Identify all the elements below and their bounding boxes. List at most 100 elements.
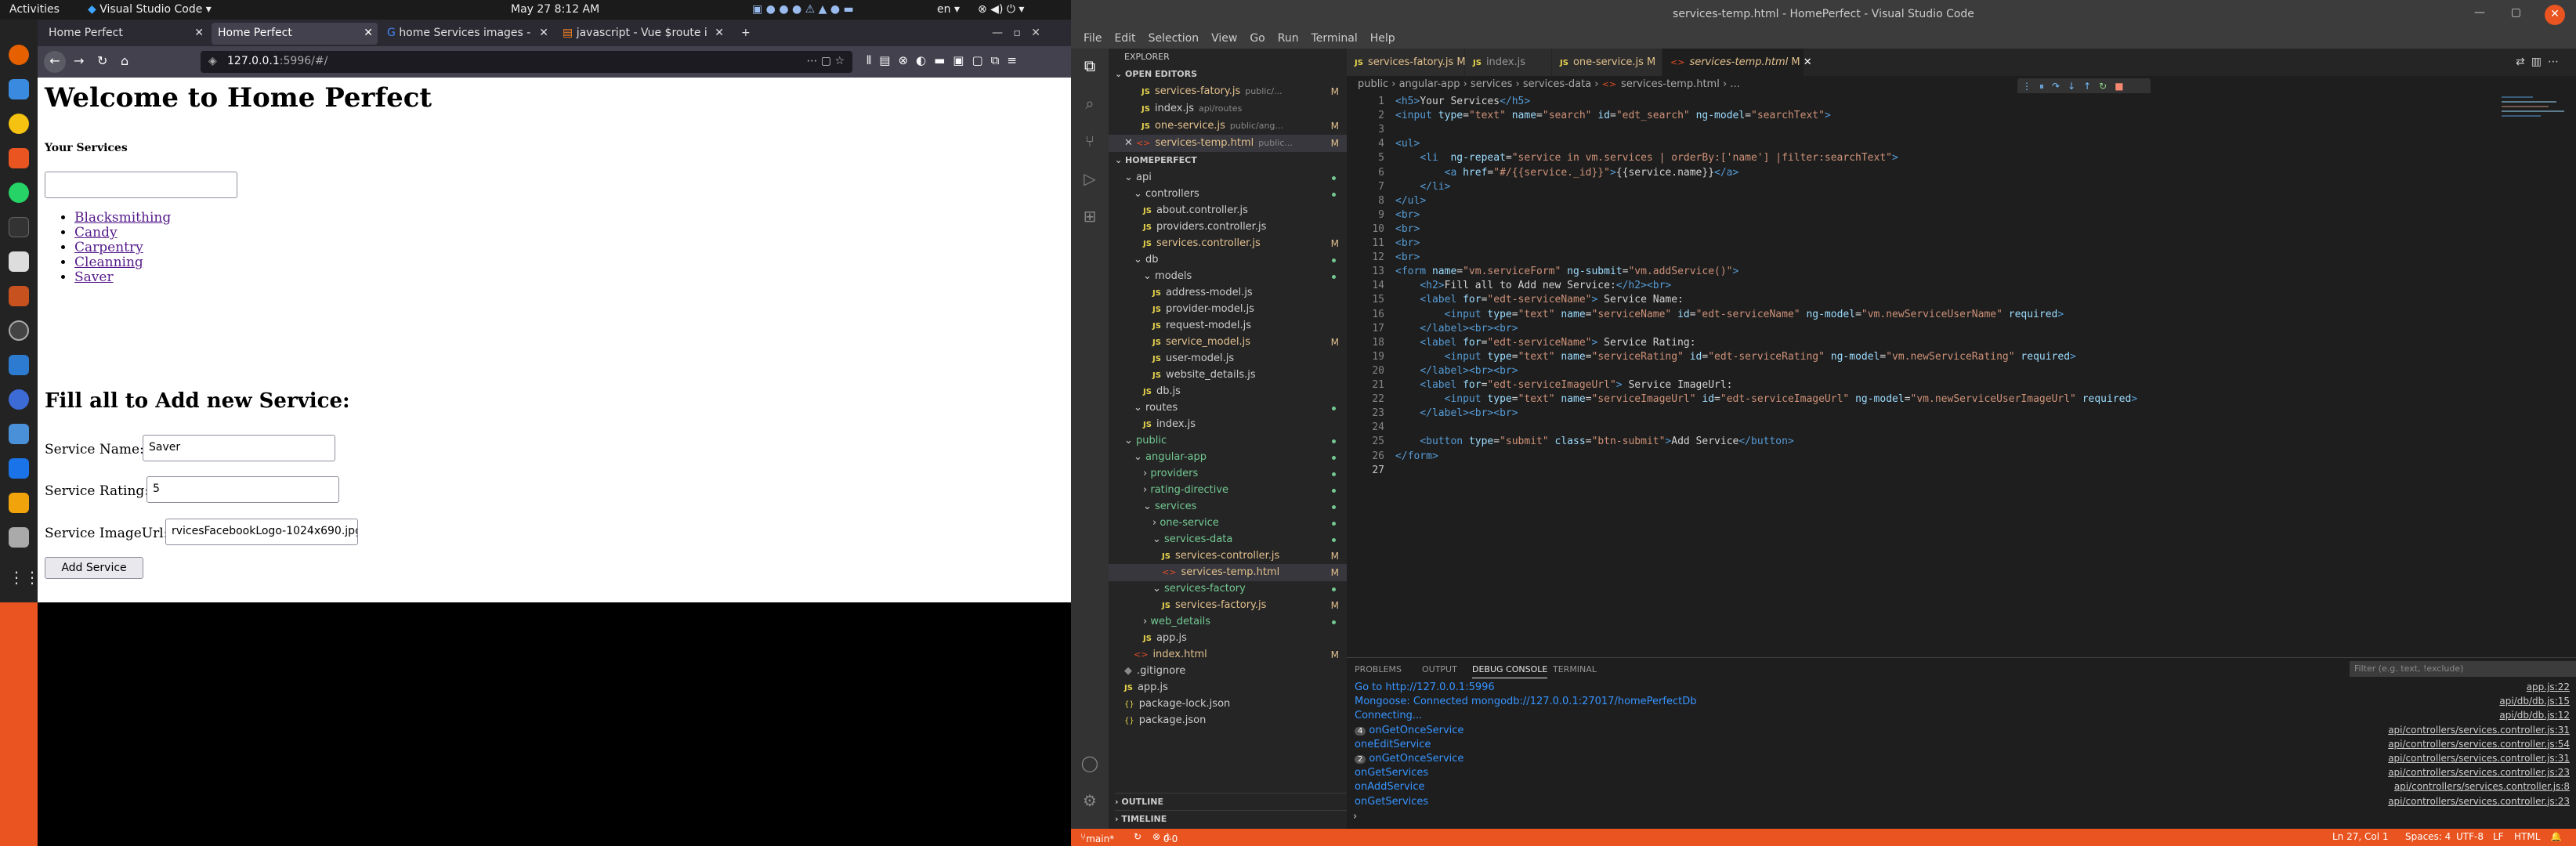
tab-debug-console[interactable]: DEBUG CONSOLE bbox=[1472, 664, 1548, 678]
console-source-link[interactable]: api/controllers/services.controller.js:5… bbox=[2388, 739, 2570, 750]
language-indicator[interactable]: en ▾ bbox=[937, 3, 960, 16]
tree-file[interactable]: JS request-model.js bbox=[1109, 317, 1347, 334]
console-source-link[interactable]: api/controllers/services.controller.js:3… bbox=[2388, 725, 2570, 736]
editor-tab[interactable]: JS one-service.js M bbox=[1552, 49, 1662, 76]
service-link[interactable]: Cleanning bbox=[74, 255, 143, 270]
tree-file[interactable]: JS provider-model.js bbox=[1109, 301, 1347, 318]
run-debug-icon[interactable]: ▷ bbox=[1080, 169, 1099, 188]
code-line[interactable]: <li ng-repeat="service in vm.services | … bbox=[1395, 152, 1898, 164]
sync-icon[interactable]: ↻ bbox=[1134, 831, 1141, 842]
uploader-icon[interactable] bbox=[9, 458, 29, 479]
code-line[interactable]: </label><br><br> bbox=[1395, 365, 1518, 377]
timeline-header[interactable]: › TIMELINE bbox=[1115, 810, 1347, 827]
tree-file[interactable]: JS about.controller.js bbox=[1109, 202, 1347, 219]
minimize-button[interactable]: — bbox=[2474, 6, 2485, 19]
close-icon[interactable]: ✕ bbox=[1124, 137, 1136, 149]
console-source-link[interactable]: api/controllers/services.controller.js:2… bbox=[2388, 767, 2570, 778]
problems-status[interactable]: ⊗ 0 ⚠ 0 bbox=[1152, 831, 1178, 844]
code-line[interactable]: </ul> bbox=[1395, 195, 1426, 207]
tree-folder[interactable]: ⌄ routes bbox=[1109, 400, 1347, 417]
close-tab-icon[interactable]: ✕ bbox=[539, 27, 548, 39]
tree-folder[interactable]: › one-service bbox=[1109, 515, 1347, 532]
editor-actions[interactable]: ⇄▥⋯ bbox=[2516, 56, 2565, 68]
tree-file[interactable]: JS address-model.js bbox=[1109, 284, 1347, 302]
service-name-input[interactable]: Saver bbox=[143, 435, 335, 461]
minimap[interactable] bbox=[2498, 93, 2569, 140]
eol[interactable]: LF bbox=[2493, 831, 2504, 842]
code-line[interactable]: <button type="submit" class="btn-submit"… bbox=[1395, 436, 1793, 447]
indentation[interactable]: Spaces: 4 bbox=[2405, 831, 2451, 842]
tree-file[interactable]: JS service_model.js M bbox=[1109, 334, 1347, 351]
open-editor-item[interactable]: JS services-fatory.js public/... M bbox=[1141, 83, 1347, 100]
tree-file[interactable]: <> index.html M bbox=[1109, 646, 1347, 663]
maximize-button[interactable]: ▢ bbox=[2511, 6, 2521, 19]
open-editors-header[interactable]: ⌄ OPEN EDITORS bbox=[1115, 66, 1197, 83]
tree-folder[interactable]: › providers bbox=[1109, 465, 1347, 483]
code-line[interactable]: <ul> bbox=[1395, 138, 1420, 150]
code-line[interactable]: <br> bbox=[1395, 209, 1420, 221]
cursor-position[interactable]: Ln 27, Col 1 bbox=[2332, 831, 2389, 842]
tree-file[interactable]: {} package-lock.json bbox=[1109, 696, 1347, 713]
code-line[interactable]: <h2>Fill all to Add new Service:</h2><br… bbox=[1395, 280, 1671, 291]
tree-folder[interactable]: ⌄ api bbox=[1109, 169, 1347, 186]
activities-button[interactable]: Activities bbox=[9, 3, 60, 16]
notifications-icon[interactable]: 🔔 bbox=[2550, 831, 2562, 842]
tree-file[interactable]: JS db.js bbox=[1109, 383, 1347, 400]
open-editor-item[interactable]: JS one-service.js public/ang... M bbox=[1141, 118, 1347, 135]
console-source-link[interactable]: api/controllers/services.controller.js:8 bbox=[2394, 781, 2570, 792]
menu-run[interactable]: Run bbox=[1278, 32, 1299, 45]
system-menu[interactable]: ⊗ ◀) ⏻ ▾ bbox=[978, 3, 1024, 16]
tree-folder[interactable]: ⌄ services bbox=[1109, 498, 1347, 515]
close-tab-icon[interactable]: ✕ bbox=[1804, 56, 1812, 68]
code-line[interactable]: <br> bbox=[1395, 251, 1420, 263]
toolbar-extension-icons[interactable]: ⫴▤⊗◐▬▣▢⧉≡ bbox=[867, 53, 1025, 67]
tab-output[interactable]: OUTPUT bbox=[1422, 664, 1457, 674]
code-line[interactable]: <form name="vm.serviceForm" ng-submit="v… bbox=[1395, 266, 1738, 277]
tab-terminal[interactable]: TERMINAL bbox=[1553, 664, 1597, 674]
tree-file[interactable]: ◆ .gitignore bbox=[1109, 663, 1347, 680]
git-branch[interactable]: ⑂ main* bbox=[1080, 831, 1114, 844]
writer-icon[interactable] bbox=[9, 251, 29, 272]
menu-file[interactable]: File bbox=[1084, 32, 1102, 45]
editor-tab-active[interactable]: <> services-temp.html M ✕ bbox=[1662, 49, 1812, 76]
tree-file[interactable]: JS app.js bbox=[1109, 679, 1347, 696]
code-line[interactable]: <label for="edt-serviceImageUrl"> Servic… bbox=[1395, 379, 1732, 391]
console-source-link[interactable]: api/controllers/services.controller.js:2… bbox=[2388, 796, 2570, 807]
window-controls[interactable]: — ▫ ✕ bbox=[986, 23, 1064, 45]
forward-button[interactable]: → bbox=[74, 53, 84, 68]
service-link[interactable]: Saver bbox=[74, 269, 114, 285]
console-source-link[interactable]: api/controllers/services.controller.js:3… bbox=[2388, 753, 2570, 764]
search-input[interactable] bbox=[45, 172, 237, 198]
tree-file[interactable]: JS app.js bbox=[1109, 630, 1347, 647]
search-icon[interactable]: ⌕ bbox=[1080, 94, 1099, 113]
language-mode[interactable]: HTML bbox=[2514, 831, 2540, 842]
console-filter-input[interactable]: Filter (e.g. text, !exclude) bbox=[2350, 661, 2576, 677]
whatsapp-icon[interactable] bbox=[9, 183, 29, 203]
tree-file[interactable]: JS services-factory.js M bbox=[1109, 597, 1347, 614]
tree-folder[interactable]: › web_details bbox=[1109, 613, 1347, 631]
tab-stackoverflow[interactable]: ▤ javascript - Vue $route i ✕ bbox=[556, 23, 729, 45]
explorer-icon[interactable]: ⧉ bbox=[1080, 56, 1099, 75]
app-menu[interactable]: ◆ Visual Studio Code ▾ bbox=[88, 3, 212, 16]
menu-edit[interactable]: Edit bbox=[1114, 32, 1135, 45]
code-line[interactable]: </li> bbox=[1395, 181, 1450, 193]
code-line[interactable]: <input type="text" name="serviceImageUrl… bbox=[1395, 393, 2138, 405]
open-editor-item[interactable]: JS index.js api/routes bbox=[1141, 100, 1347, 118]
outline-header[interactable]: › OUTLINE bbox=[1115, 793, 1347, 810]
breadcrumb[interactable]: public › angular-app › services › servic… bbox=[1347, 76, 2576, 93]
code-line[interactable]: <input type="text" name="serviceName" id… bbox=[1395, 309, 2064, 320]
reload-button[interactable]: ↻ bbox=[97, 53, 107, 68]
tree-folder[interactable]: ⌄ controllers bbox=[1109, 186, 1347, 203]
code-line[interactable]: <h5>Your Services</h5> bbox=[1395, 96, 1530, 107]
show-apps-icon[interactable]: ⋮⋮⋮ bbox=[9, 568, 56, 588]
code-line[interactable]: </label><br><br> bbox=[1395, 323, 1518, 334]
settings-gear-icon[interactable]: ⚙ bbox=[1080, 791, 1099, 810]
tree-folder[interactable]: ⌄ services-data bbox=[1109, 531, 1347, 548]
sublime-icon[interactable] bbox=[9, 286, 29, 306]
open-editor-item-active[interactable]: ✕ <> services-temp.html public... M bbox=[1109, 135, 1347, 152]
service-link[interactable]: Candy bbox=[74, 225, 118, 240]
tab-home-perfect-2[interactable]: Home Perfect ✕ bbox=[212, 23, 378, 45]
menu-go[interactable]: Go bbox=[1250, 32, 1264, 45]
service-link[interactable]: Blacksmithing bbox=[74, 210, 171, 226]
tree-folder[interactable]: ⌄ angular-app bbox=[1109, 449, 1347, 466]
